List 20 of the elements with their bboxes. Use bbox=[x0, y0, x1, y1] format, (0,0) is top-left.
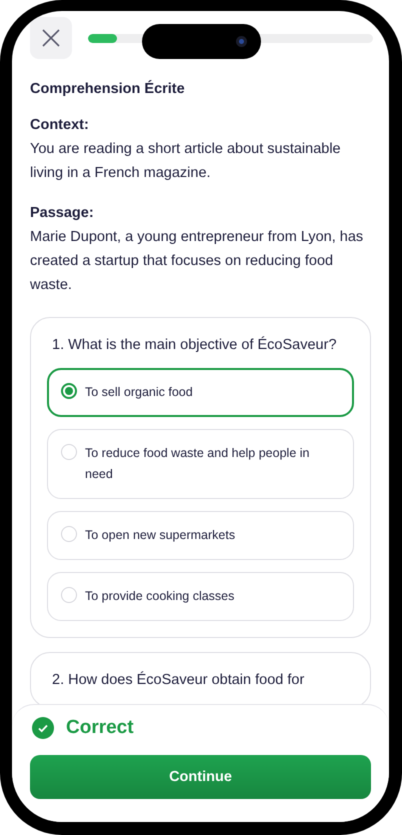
feedback-status: Correct bbox=[66, 717, 134, 739]
radio-icon bbox=[61, 383, 77, 399]
answer-option[interactable]: To open new supermarkets bbox=[47, 511, 354, 560]
answer-option[interactable]: To provide cooking classes bbox=[47, 572, 354, 621]
radio-icon bbox=[61, 587, 77, 603]
radio-icon bbox=[61, 444, 77, 460]
camera-icon bbox=[236, 36, 247, 47]
question-text: 1. What is the main objective of ÉcoSaveur? bbox=[51, 335, 338, 355]
section-label: Context: bbox=[30, 116, 90, 135]
answer-option[interactable]: To reduce food waste and help people in need bbox=[47, 429, 354, 499]
question-text: 2. How does ÉcoSaveur obtain food for bbox=[51, 670, 306, 690]
section-label: Passage: bbox=[30, 204, 95, 223]
answer-option[interactable]: To sell organic food bbox=[47, 368, 354, 417]
close-button[interactable] bbox=[30, 17, 72, 59]
page-title: Comprehension Écrite bbox=[30, 81, 186, 97]
section-text: Marie Dupont, a young entrepreneur from Lyon, has created a startup that focuses on reducing food waste. bbox=[30, 228, 364, 295]
close-icon bbox=[42, 29, 60, 47]
section-text: You are reading a short article about sustainable living in a French magazine. bbox=[30, 140, 342, 183]
radio-icon bbox=[61, 526, 77, 542]
continue-button[interactable]: Continue bbox=[30, 755, 371, 799]
